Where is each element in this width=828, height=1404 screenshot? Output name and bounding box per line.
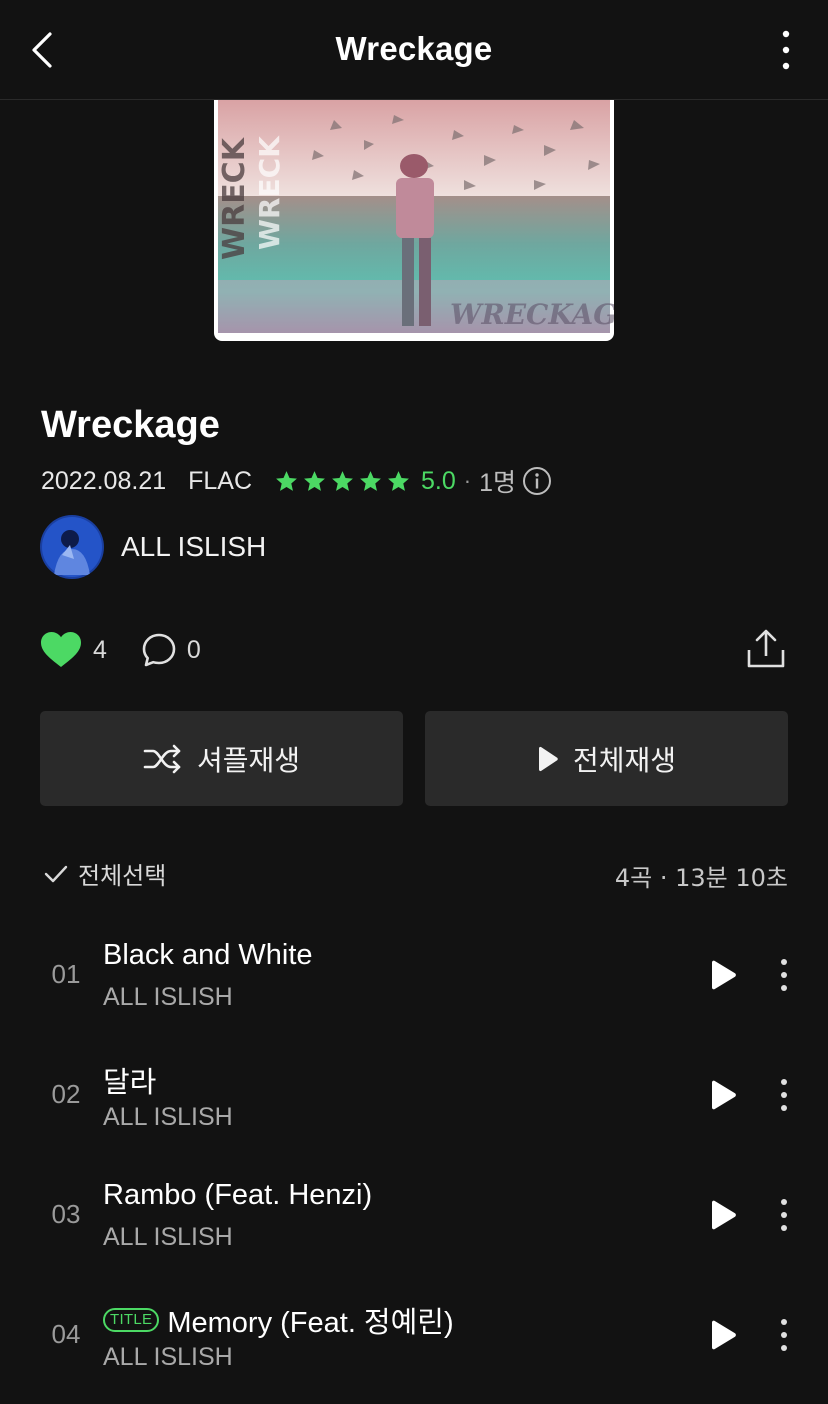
play-icon[interactable] [708, 959, 738, 991]
like-count: 4 [93, 635, 107, 664]
star-icon [332, 470, 353, 491]
star-rating[interactable] [274, 469, 411, 494]
track-row[interactable]: 04 TITLE Memory (Feat. 정예린) ALL ISLISH [0, 1275, 828, 1395]
star-icon [304, 470, 325, 491]
title-track-badge: TITLE [103, 1308, 160, 1332]
play-all-label: 전체재생 [572, 743, 677, 777]
release-date: 2022.08.21 [41, 466, 167, 495]
star-icon [388, 470, 409, 491]
album-title: Wreckage [41, 404, 220, 446]
svg-text:WRECK: WRECK [253, 135, 286, 250]
svg-text:WRECKAGE: WRECKAGE [450, 298, 614, 331]
track-artist[interactable]: ALL ISLISH [103, 1343, 233, 1372]
shuffle-icon [143, 744, 181, 773]
info-icon[interactable] [522, 466, 552, 496]
comment-icon [142, 633, 176, 667]
share-icon [747, 629, 785, 668]
svg-text:WRECK: WRECK [217, 136, 252, 260]
artist-link[interactable]: ALL ISLISH [40, 515, 266, 579]
track-title: TITLE Memory (Feat. 정예린) [103, 1299, 454, 1341]
share-button[interactable] [746, 628, 786, 670]
social-actions: 4 0 [40, 627, 201, 673]
check-icon [44, 865, 68, 882]
track-artist[interactable]: ALL ISLISH [103, 983, 233, 1012]
star-icon [276, 470, 297, 491]
more-vertical-icon [782, 30, 790, 70]
track-summary: 4곡 · 13분 10초 [614, 864, 788, 892]
rater-count: 1명 [479, 469, 517, 497]
play-icon[interactable] [708, 1319, 738, 1351]
artist-avatar [40, 515, 104, 579]
select-all-label: 전체선택 [78, 862, 167, 890]
track-list: 01 Black and White ALL ISLISH 02 달라 ALL … [0, 915, 828, 1395]
track-row[interactable]: 02 달라 ALL ISLISH [0, 1035, 828, 1155]
track-title-text: Rambo (Feat. Henzi) [103, 1179, 373, 1211]
heart-icon [41, 632, 81, 667]
like-button[interactable]: 4 [40, 631, 107, 669]
meta-separator: · [463, 468, 472, 493]
track-number: 01 [51, 959, 81, 989]
track-artist[interactable]: ALL ISLISH [103, 1223, 233, 1252]
select-all-button[interactable]: 전체선택 [44, 856, 166, 891]
play-icon[interactable] [708, 1079, 738, 1111]
track-title: Black and White [103, 939, 313, 972]
play-controls: 셔플재생 전체재생 [40, 711, 788, 806]
comment-count: 0 [186, 635, 201, 664]
track-row[interactable]: 03 Rambo (Feat. Henzi) ALL ISLISH [0, 1155, 828, 1275]
track-title-text: 달라 [103, 1067, 157, 1099]
track-number: 04 [51, 1319, 81, 1349]
page-title: Wreckage [335, 30, 493, 67]
artist-name: ALL ISLISH [121, 531, 267, 562]
track-number: 02 [51, 1079, 81, 1109]
track-title-text: Memory (Feat. 정예린) [167, 1307, 454, 1339]
track-list-header: 전체선택 4곡 · 13분 10초 [44, 856, 788, 896]
comment-button[interactable]: 0 [141, 632, 201, 668]
play-all-button[interactable]: 전체재생 [425, 711, 788, 806]
more-vertical-icon[interactable] [774, 957, 794, 993]
album-cover[interactable]: WRECK WRECK WRECKAGE [214, 100, 614, 341]
play-icon [538, 746, 558, 771]
rating-value: 5.0 [421, 466, 456, 495]
track-artist[interactable]: ALL ISLISH [103, 1103, 233, 1132]
more-options-button[interactable] [774, 28, 798, 72]
more-vertical-icon[interactable] [774, 1317, 794, 1353]
album-meta: 2022.08.21 FLAC 5.0 · 1명 [41, 462, 552, 500]
audio-format: FLAC [188, 466, 253, 495]
track-number: 03 [51, 1199, 81, 1229]
more-vertical-icon[interactable] [774, 1197, 794, 1233]
track-title: Rambo (Feat. Henzi) [103, 1179, 372, 1212]
more-vertical-icon[interactable] [774, 1077, 794, 1113]
shuffle-play-label: 셔플재생 [196, 743, 301, 777]
star-icon [360, 470, 381, 491]
track-title-text: Black and White [103, 939, 313, 971]
play-icon[interactable] [708, 1199, 738, 1231]
track-row[interactable]: 01 Black and White ALL ISLISH [0, 915, 828, 1035]
shuffle-play-button[interactable]: 셔플재생 [40, 711, 403, 806]
top-bar: Wreckage [0, 0, 828, 100]
track-title: 달라 [103, 1059, 156, 1101]
